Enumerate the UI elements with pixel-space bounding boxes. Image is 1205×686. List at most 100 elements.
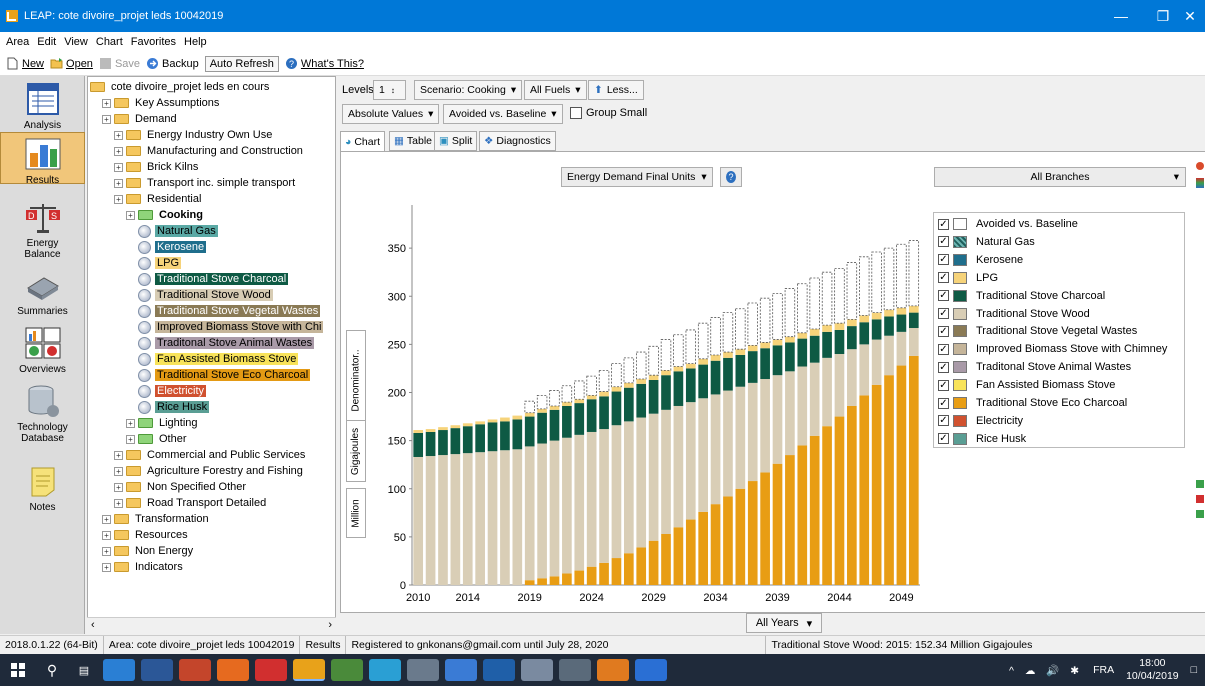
bar-segment[interactable] [599,429,609,563]
bar-segment[interactable] [710,394,721,505]
tree-node[interactable]: + Demand [102,111,179,127]
bar-segment[interactable] [673,371,684,406]
bar-segment[interactable] [611,363,622,388]
unit-label-button[interactable]: Gigajoules [346,420,366,482]
expand-toggle-icon[interactable]: + [114,498,123,508]
bar-segment[interactable] [524,580,535,585]
search-icon[interactable]: ⚲ [36,662,68,679]
bar-segment[interactable] [871,339,882,385]
bar-segment[interactable] [723,390,733,497]
nav-notes[interactable]: Notes [0,464,85,513]
tray-language[interactable]: FRA [1093,664,1114,676]
tree-node[interactable]: + Agriculture Forestry and Fishing [114,463,305,479]
tree-node[interactable]: + Residential [114,191,203,207]
side-tool-save-icon[interactable] [1196,510,1204,518]
tree-node[interactable]: LPG [138,255,182,271]
bar-segment[interactable] [847,319,857,327]
bar-segment[interactable] [809,335,820,363]
new-button[interactable]: New [6,57,44,70]
bar-segment[interactable] [834,354,845,417]
bar-segment[interactable] [847,349,857,406]
bar-segment[interactable] [599,391,609,397]
nav-overviews[interactable]: Overviews [0,326,85,375]
legend-checkbox[interactable]: ✓ [938,272,949,284]
bar-segment[interactable] [908,328,919,356]
taskbar-app3-icon[interactable] [407,659,439,681]
bar-segment[interactable] [586,566,597,585]
bar-segment[interactable] [822,357,832,427]
start-button[interactable] [0,654,36,686]
taskbar-app2-icon[interactable] [331,659,363,681]
bar-segment[interactable] [822,325,832,332]
bar-segment[interactable] [425,456,436,585]
bar-segment[interactable] [723,357,733,391]
legend-item[interactable]: ✓ Improved Biomass Stove with Chimney [938,340,1167,358]
bar-segment[interactable] [661,533,671,585]
bar-segment[interactable] [413,432,424,457]
bar-segment[interactable] [723,352,733,358]
tab-diagnostics[interactable]: ❖ Diagnostics [479,131,556,151]
tree-node[interactable]: + Resources [102,527,190,543]
taskbar-firefox-icon[interactable] [217,659,249,681]
bar-segment[interactable] [710,354,721,361]
bar-segment[interactable] [859,315,870,323]
bar-segment[interactable] [648,413,659,541]
bar-segment[interactable] [834,323,845,330]
bar-segment[interactable] [648,379,659,414]
bar-segment[interactable] [562,405,572,438]
bar-segment[interactable] [661,409,671,534]
bar-segment[interactable] [883,247,895,311]
backup-button[interactable]: Backup [146,57,199,70]
tree-node[interactable]: + Indicators [102,559,185,575]
tree-node[interactable]: + Non Energy [102,543,195,559]
bar-segment[interactable] [772,345,783,376]
bar-segment[interactable] [425,429,436,432]
bar-segment[interactable] [723,496,733,585]
bar-segment[interactable] [562,437,572,574]
bar-segment[interactable] [785,336,795,343]
taskbar-app8-icon[interactable] [597,659,629,681]
bar-segment[interactable] [759,297,771,343]
bar-segment[interactable] [908,312,919,329]
bar-segment[interactable] [908,355,919,585]
bar-segment[interactable] [760,379,770,473]
taskbar-word-icon[interactable] [141,659,173,681]
tree-node[interactable]: cote divoire_projet leds en cours [90,79,271,95]
levels-spinner[interactable]: 1 ↕ [373,80,406,100]
side-tool-export-icon[interactable] [1196,480,1204,488]
bar-segment[interactable] [698,358,709,365]
nav-summaries[interactable]: Summaries [0,268,85,317]
bar-segment[interactable] [859,322,870,345]
expand-toggle-icon[interactable]: + [102,98,111,108]
tree-node[interactable]: + Other [126,431,189,447]
bar-segment[interactable] [747,345,758,352]
bar-segment[interactable] [871,319,882,340]
bar-segment[interactable] [735,349,746,355]
bar-segment[interactable] [735,308,746,350]
bar-segment[interactable] [574,570,585,585]
bar-segment[interactable] [636,379,647,384]
bar-segment[interactable] [847,326,857,350]
legend-checkbox[interactable]: ✓ [938,397,949,409]
nav-energy-balance[interactable]: DS Energy Balance [0,200,85,260]
bar-segment[interactable] [697,322,709,360]
bar-segment[interactable] [884,335,894,376]
bar-segment[interactable] [512,415,523,420]
bar-segment[interactable] [772,339,783,346]
scroll-left-arrow-icon[interactable]: ‹ [91,619,95,631]
bar-segment[interactable] [562,402,572,406]
bar-segment[interactable] [698,398,709,512]
tree-node[interactable]: Kerosene [138,239,207,255]
bar-segment[interactable] [661,375,671,410]
bar-segment[interactable] [822,331,832,358]
bar-segment[interactable] [462,423,473,427]
expand-toggle-icon[interactable]: + [102,514,111,524]
bar-segment[interactable] [574,380,585,400]
whats-this-button[interactable]: ? What's This? [285,57,364,70]
bar-segment[interactable] [772,375,783,464]
taskbar-app9-icon[interactable] [635,659,667,681]
bar-segment[interactable] [475,421,485,425]
bar-segment[interactable] [636,383,647,418]
bar-segment[interactable] [821,271,833,326]
tree-node[interactable]: + Cooking [126,207,205,223]
